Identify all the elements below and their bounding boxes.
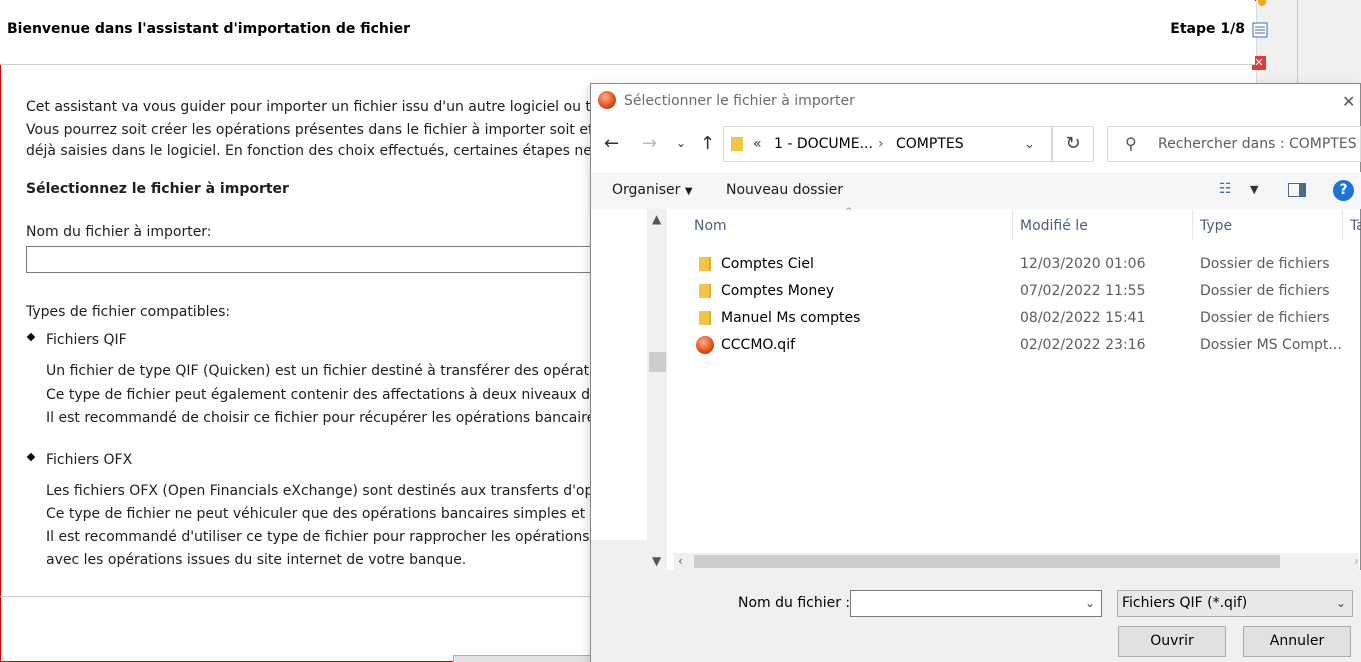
column-divider[interactable] xyxy=(1342,210,1343,240)
file-row[interactable]: Comptes Ciel 12/03/2020 01:06 Dossier de… xyxy=(669,251,1359,278)
file-modified: 08/02/2022 15:41 xyxy=(1020,310,1146,326)
chevron-down-icon[interactable]: ⌄ xyxy=(1085,596,1095,610)
qif-title: Fichiers QIF xyxy=(46,332,127,348)
ofx-description-line: avec les opérations issues du site inter… xyxy=(46,552,467,568)
chevron-right-icon[interactable]: › xyxy=(878,136,884,152)
file-type-filter-value[interactable]: Fichiers QIF (*.qif) xyxy=(1122,595,1247,611)
folder-icon xyxy=(699,257,711,271)
file-row[interactable]: Comptes Money 07/02/2022 11:55 Dossier d… xyxy=(669,278,1359,305)
up-arrow-icon[interactable]: ↑ xyxy=(700,133,715,154)
file-modified: 02/02/2022 23:16 xyxy=(1020,337,1146,353)
chevron-down-icon[interactable]: ⌄ xyxy=(676,136,686,150)
qif-description-line: Un fichier de type QIF (Quicken) est un … xyxy=(46,363,632,379)
file-name: Comptes Money xyxy=(721,283,835,299)
wizard-step-indicator: Etape 1/8 xyxy=(1170,21,1245,37)
folder-icon xyxy=(731,137,743,151)
chevron-down-icon[interactable]: ⌄ xyxy=(1336,596,1346,610)
refresh-icon[interactable]: ↻ xyxy=(1052,126,1094,162)
column-header-modified[interactable]: Modifié le xyxy=(1020,218,1088,234)
view-options-icon[interactable]: ☷ xyxy=(1219,181,1232,197)
ofx-description-line: Ce type de fichier ne peut véhiculer que… xyxy=(46,506,630,522)
open-button[interactable]: Ouvrir xyxy=(1118,626,1226,657)
scroll-up-icon[interactable]: ▲ xyxy=(652,212,661,226)
breadcrumb-item[interactable]: COMPTES xyxy=(896,136,964,152)
file-type: Dossier de fichiers xyxy=(1200,256,1330,272)
sort-ascending-icon: ^ xyxy=(845,207,853,217)
file-name: Manuel Ms comptes xyxy=(721,310,861,326)
filename-input[interactable] xyxy=(850,590,1102,617)
select-file-heading: Sélectionnez le fichier à importer xyxy=(26,181,289,197)
intro-line: Cet assistant va vous guider pour import… xyxy=(26,99,638,115)
file-type: Dossier MS Compt... xyxy=(1200,337,1342,353)
forward-arrow-icon[interactable]: → xyxy=(642,133,657,154)
scrollbar-thumb[interactable] xyxy=(649,352,666,372)
file-type: Dossier de fichiers xyxy=(1200,283,1330,299)
intro-line: déjà saisies dans le logiciel. En foncti… xyxy=(26,143,636,159)
filename-label: Nom du fichier à importer: xyxy=(26,224,212,240)
wizard-title: Bienvenue dans l'assistant d'importation… xyxy=(7,21,411,37)
file-row[interactable]: CCCMO.qif 02/02/2022 23:16 Dossier MS Co… xyxy=(669,332,1359,359)
column-header-type[interactable]: Type xyxy=(1200,218,1232,234)
ofx-description-line: Les fichiers OFX (Open Financials eXchan… xyxy=(46,483,635,499)
chevron-down-icon[interactable]: ⌄ xyxy=(1024,137,1035,152)
qif-file-icon xyxy=(696,336,714,354)
list-view-icon[interactable] xyxy=(1252,22,1268,38)
close-icon[interactable]: ✕ xyxy=(1342,92,1355,111)
compatible-types-heading: Types de fichier compatibles: xyxy=(26,304,231,320)
address-bar[interactable] xyxy=(723,126,1052,162)
navigation-scrollbar[interactable] xyxy=(647,209,667,570)
app-icon xyxy=(598,91,616,109)
file-row[interactable]: Manuel Ms comptes 08/02/2022 15:41 Dossi… xyxy=(669,305,1359,332)
column-divider[interactable] xyxy=(1012,210,1013,240)
new-folder-button[interactable]: Nouveau dossier xyxy=(726,182,843,198)
organize-menu-button[interactable]: Organiser ▼ xyxy=(612,182,693,198)
column-header-size[interactable]: Ta xyxy=(1350,218,1361,234)
organize-label: Organiser xyxy=(612,182,681,198)
scrollbar-thumb[interactable] xyxy=(694,555,1280,568)
search-placeholder[interactable]: Rechercher dans : COMPTES xyxy=(1158,136,1357,152)
qif-description-line: Ce type de fichier peut également conten… xyxy=(46,387,634,403)
scroll-down-icon[interactable]: ▼ xyxy=(652,554,661,568)
ofx-description-line: Il est recommandé d'utiliser ce type de … xyxy=(46,529,629,545)
wizard-header: Bienvenue dans l'assistant d'importation… xyxy=(0,0,1255,65)
filename-label: Nom du fichier : xyxy=(738,595,851,611)
preview-pane-icon[interactable] xyxy=(1288,183,1306,197)
folder-icon xyxy=(699,284,711,298)
breadcrumb-overflow[interactable]: « xyxy=(753,136,762,152)
divider xyxy=(0,596,590,597)
column-header-name[interactable]: Nom xyxy=(694,218,727,234)
file-type: Dossier de fichiers xyxy=(1200,310,1330,326)
search-icon: ⚲ xyxy=(1125,134,1137,153)
dialog-toolbar xyxy=(591,172,1361,209)
navigation-pane-footer xyxy=(591,540,647,570)
back-arrow-icon[interactable]: ← xyxy=(604,133,619,154)
intro-line: Vous pourrez soit créer les opérations p… xyxy=(26,122,629,138)
file-name: CCCMO.qif xyxy=(721,337,796,353)
breadcrumb-item[interactable]: 1 - DOCUME... xyxy=(774,136,873,152)
ofx-title: Fichiers OFX xyxy=(46,452,133,468)
wizard-filename-input[interactable] xyxy=(26,246,626,273)
dropdown-arrow-icon[interactable]: ▼ xyxy=(1250,183,1258,196)
qif-description-line: Il est recommandé de choisir ce fichier … xyxy=(46,410,630,426)
help-icon[interactable]: ? xyxy=(1333,180,1354,201)
dialog-title: Sélectionner le fichier à importer xyxy=(624,93,855,109)
file-name: Comptes Ciel xyxy=(721,256,814,272)
column-divider[interactable] xyxy=(1192,210,1193,240)
file-modified: 12/03/2020 01:06 xyxy=(1020,256,1146,272)
scroll-right-icon[interactable]: › xyxy=(1354,554,1359,568)
folder-icon xyxy=(699,311,711,325)
scroll-left-icon[interactable]: ‹ xyxy=(678,554,683,568)
wizard-button-edge[interactable] xyxy=(453,655,593,662)
dropdown-arrow-icon: ▼ xyxy=(684,186,693,197)
cancel-button[interactable]: Annuler xyxy=(1243,626,1351,657)
file-modified: 07/02/2022 11:55 xyxy=(1020,283,1146,299)
